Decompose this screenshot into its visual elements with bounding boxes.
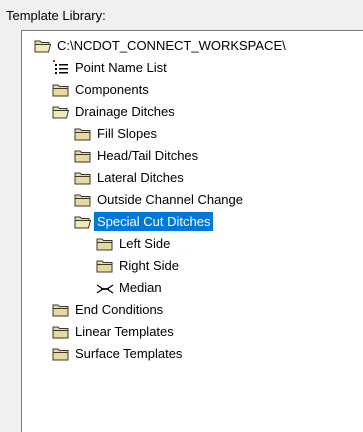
tree-item-label: Special Cut Ditches bbox=[94, 212, 214, 231]
tree-item-label: Right Side bbox=[119, 258, 179, 273]
tree-item-label: End Conditions bbox=[75, 302, 164, 317]
tree-item-label: Surface Templates bbox=[75, 346, 183, 361]
tree-item-label: Lateral Ditches bbox=[97, 170, 184, 185]
tree-item-label: Outside Channel Change bbox=[97, 192, 243, 207]
folder-icon bbox=[74, 170, 92, 186]
template-icon bbox=[96, 280, 114, 296]
list-icon bbox=[52, 60, 70, 76]
folder-icon bbox=[74, 192, 92, 208]
folder-icon bbox=[52, 324, 70, 340]
tree-item-label: C:\NCDOT_CONNECT_WORKSPACE\ bbox=[57, 38, 286, 53]
template-library-tree[interactable]: C:\NCDOT_CONNECT_WORKSPACE\ Point Name L… bbox=[21, 30, 363, 432]
folder-icon bbox=[96, 236, 114, 252]
template-library-label: Template Library: bbox=[6, 8, 106, 23]
tree-item-label: Drainage Ditches bbox=[75, 104, 175, 119]
folder-icon bbox=[96, 258, 114, 274]
tree-item-label: Components bbox=[75, 82, 149, 97]
tree-item-label: Point Name List bbox=[75, 60, 167, 75]
folder-open-icon bbox=[52, 104, 70, 120]
tree-item-label: Median bbox=[119, 280, 162, 295]
folder-icon bbox=[52, 82, 70, 98]
tree-item-label: Left Side bbox=[119, 236, 171, 251]
folder-open-icon bbox=[74, 214, 92, 230]
tree-item-label: Head/Tail Ditches bbox=[97, 148, 199, 163]
folder-icon bbox=[52, 346, 70, 362]
folder-icon bbox=[52, 302, 70, 318]
tree-item-label: Fill Slopes bbox=[97, 126, 157, 141]
folder-open-icon bbox=[34, 38, 52, 54]
folder-icon bbox=[74, 148, 92, 164]
tree-item-label: Linear Templates bbox=[75, 324, 174, 339]
folder-icon bbox=[74, 126, 92, 142]
